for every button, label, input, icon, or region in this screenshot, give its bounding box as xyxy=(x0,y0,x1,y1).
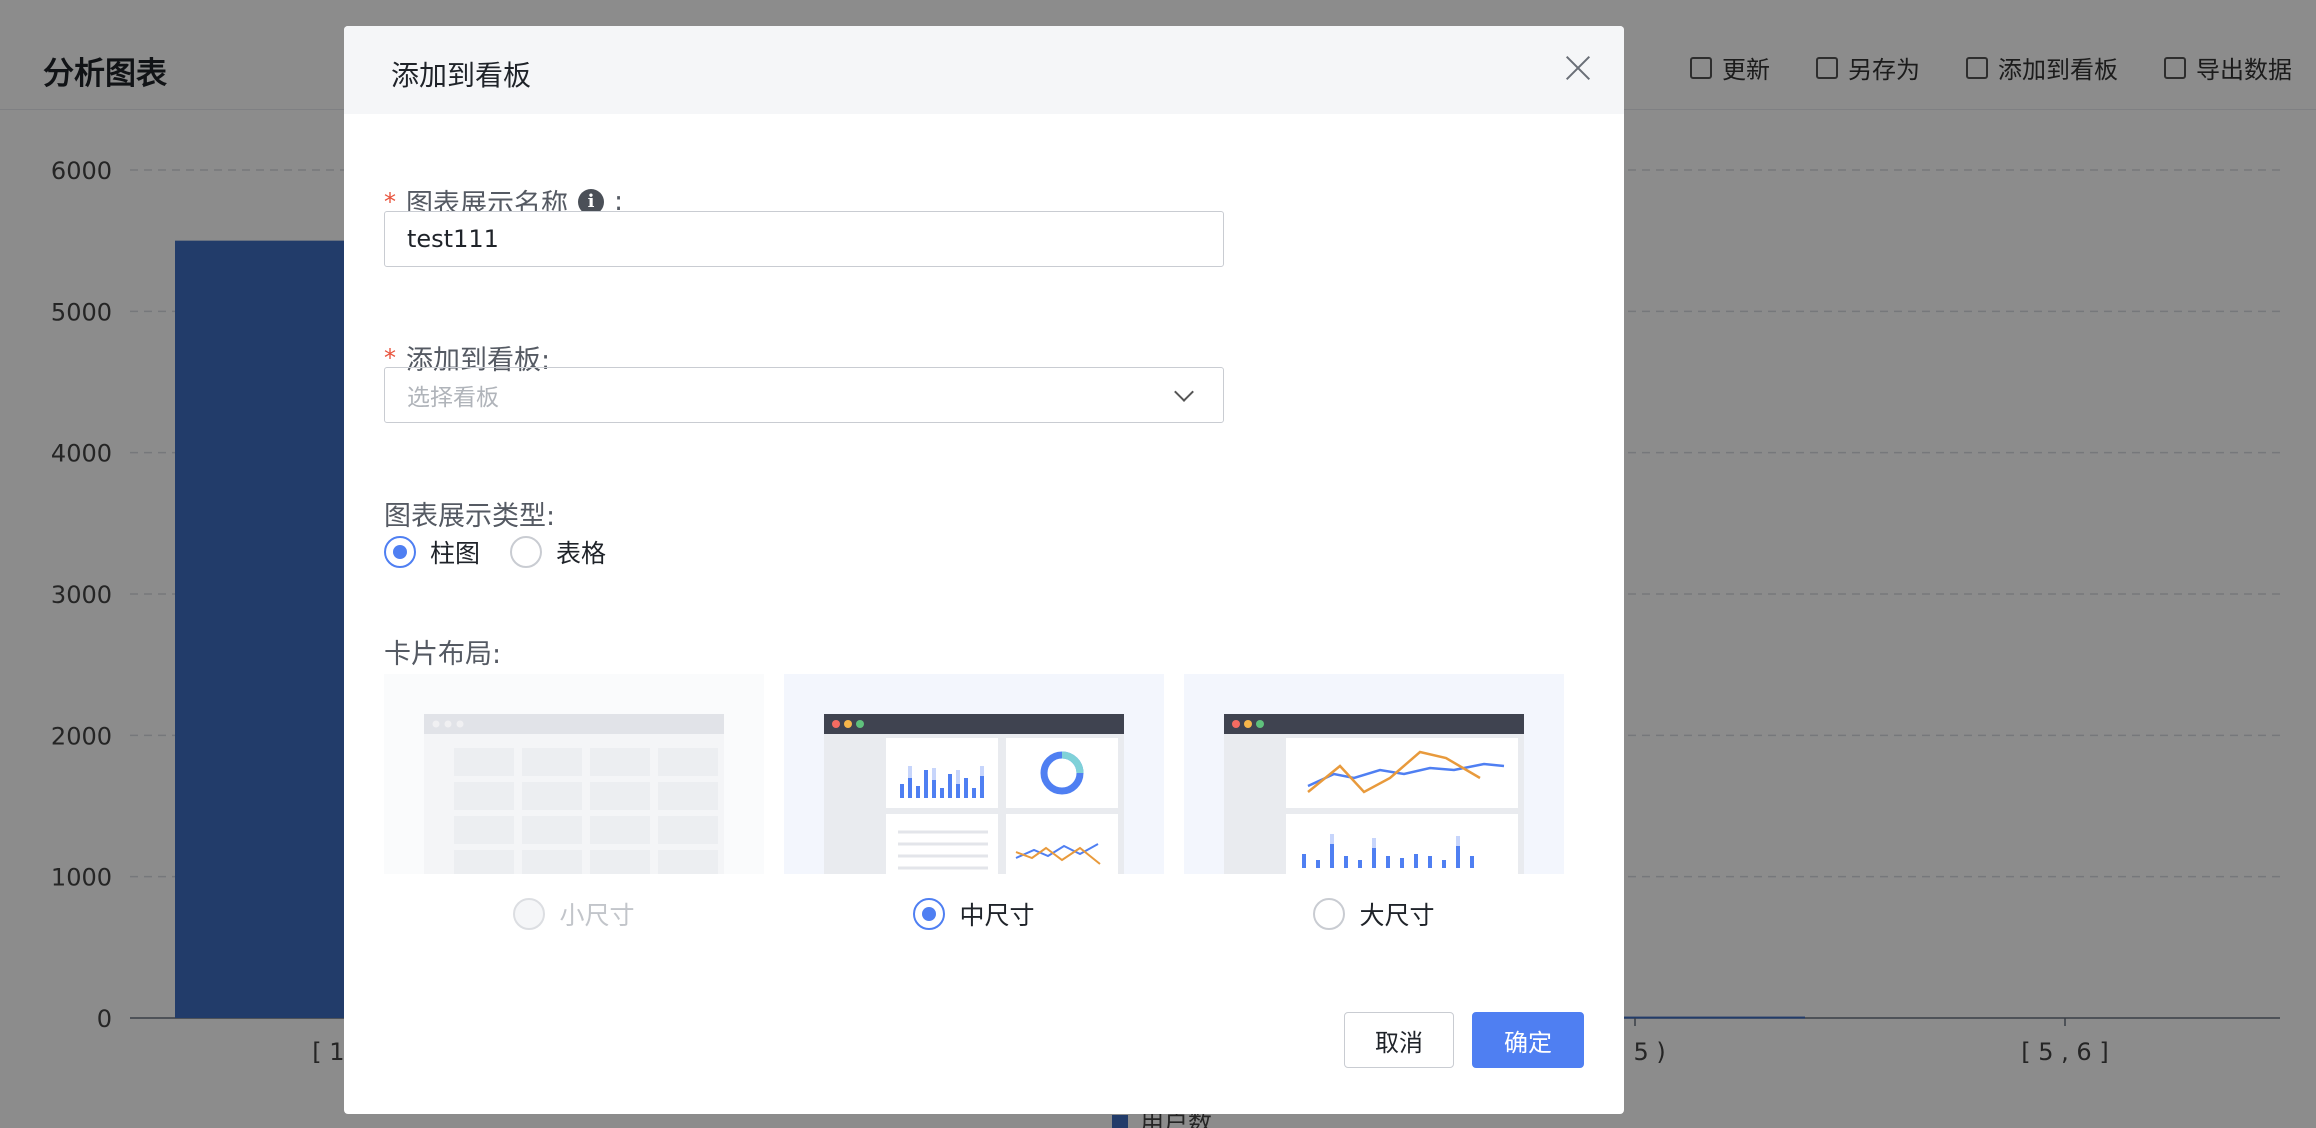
radio-table-label: 表格 xyxy=(556,539,607,568)
confirm-button[interactable]: 确定 xyxy=(1472,1012,1584,1068)
add-to-board-dialog: 添加到看板 * 图表展示名称 i : * 添加到看板: 选择看板 图表展示类型:… xyxy=(344,26,1624,1114)
board-select-placeholder: 选择看板 xyxy=(407,385,499,411)
chart-type-radio-group: 柱图 表格 xyxy=(384,534,606,570)
radio-small-size[interactable]: 小尺寸 xyxy=(513,896,635,932)
layout-preview-small xyxy=(384,674,764,874)
layout-preview-large xyxy=(1184,674,1564,874)
radio-bar-chart-label: 柱图 xyxy=(430,539,481,568)
card-layout-options: 小尺寸 中尺寸 大尺寸 xyxy=(384,674,1574,934)
radio-circle[interactable] xyxy=(1313,898,1346,930)
radio-large-size-label: 大尺寸 xyxy=(1359,901,1435,930)
radio-medium-size-label: 中尺寸 xyxy=(959,901,1035,930)
cancel-button[interactable]: 取消 xyxy=(1344,1012,1454,1068)
dialog-footer: 取消 确定 xyxy=(344,1004,1624,1114)
layout-small-thumbnail xyxy=(424,714,724,874)
radio-small-size-label: 小尺寸 xyxy=(559,901,635,930)
layout-card-large[interactable]: 大尺寸 xyxy=(1184,674,1564,934)
chart-name-input[interactable] xyxy=(384,211,1224,267)
dialog-header: 添加到看板 xyxy=(344,26,1624,114)
radio-medium-size[interactable]: 中尺寸 xyxy=(913,896,1035,932)
chart-type-label-text: 图表展示类型: xyxy=(384,501,556,532)
layout-card-small: 小尺寸 xyxy=(384,674,764,934)
layout-large-thumbnail xyxy=(1224,714,1524,874)
radio-bar-chart[interactable]: 柱图 xyxy=(384,534,480,570)
chart-type-label: 图表展示类型: xyxy=(384,494,555,533)
layout-preview-medium xyxy=(784,674,1164,874)
chevron-down-icon xyxy=(1174,382,1194,402)
dialog-title: 添加到看板 xyxy=(391,59,532,92)
layout-option-medium: 中尺寸 xyxy=(784,896,1164,932)
layout-option-large: 大尺寸 xyxy=(1184,896,1564,932)
layout-option-small: 小尺寸 xyxy=(384,896,764,932)
radio-circle[interactable] xyxy=(513,898,546,930)
radio-circle[interactable] xyxy=(384,536,416,568)
radio-table[interactable]: 表格 xyxy=(510,534,606,570)
board-select[interactable]: 选择看板 xyxy=(384,367,1224,423)
radio-circle[interactable] xyxy=(913,898,946,930)
radio-circle[interactable] xyxy=(510,536,543,568)
card-layout-label: 卡片布局: xyxy=(384,632,501,671)
layout-medium-thumbnail xyxy=(824,714,1124,874)
card-layout-label-text: 卡片布局: xyxy=(384,639,502,670)
close-icon[interactable] xyxy=(1562,52,1594,84)
radio-large-size[interactable]: 大尺寸 xyxy=(1313,896,1435,932)
layout-card-medium[interactable]: 中尺寸 xyxy=(784,674,1164,934)
